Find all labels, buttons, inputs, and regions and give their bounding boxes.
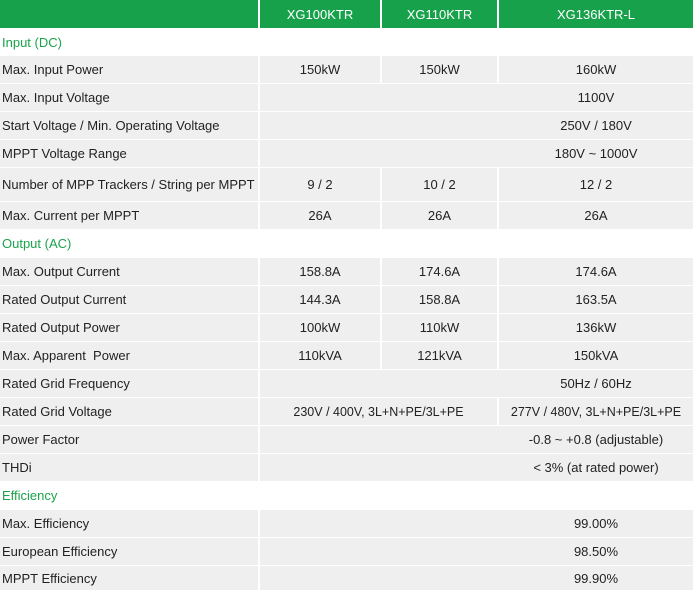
table-row: European Efficiency 98.50% (0, 538, 693, 565)
row-label: Max. Output Current (2, 264, 120, 279)
cell-value: 160kW (575, 62, 617, 77)
cell-value: 10 / 2 (423, 177, 456, 192)
section-title-output: Output (AC) (2, 236, 72, 251)
cell-value: 150kW (299, 62, 341, 77)
column-header-xg136ktr-l: XG136KTR-L (556, 6, 636, 22)
table-row: MPPT Voltage Range 180V ~ 1000V (0, 140, 693, 167)
cell-value: 121kVA (417, 348, 462, 363)
cell-value: 110kVA (298, 348, 342, 363)
table-row: Rated Output Power 100kW 110kW 136kW (0, 314, 693, 341)
row-label: Number of MPP Trackers / String per MPPT (2, 177, 255, 192)
row-label: Power Factor (2, 432, 80, 447)
cell-value: 277V / 480V, 3L+N+PE/3L+PE (510, 404, 682, 419)
row-label: Rated Grid Voltage (2, 404, 112, 419)
row-label: Max. Efficiency (2, 516, 90, 531)
cell-value: 230V / 400V, 3L+N+PE/3L+PE (293, 404, 464, 419)
spec-table: XG100KTR XG110KTR XG136KTR-L Input (DC) … (0, 0, 693, 590)
section-row-input: Input (DC) (0, 28, 693, 56)
section-title-efficiency: Efficiency (2, 488, 58, 503)
cell-value: 163.5A (575, 292, 617, 307)
table-row: Power Factor -0.8 ~ +0.8 (adjustable) (0, 426, 693, 453)
row-label: Max. Input Power (2, 62, 104, 77)
row-label: MPPT Efficiency (2, 570, 97, 586)
table-row: Max. Efficiency 99.00% (0, 510, 693, 537)
cell-value: 174.6A (575, 264, 617, 279)
cell-value: 99.00% (573, 516, 619, 531)
cell-value: 99.90% (573, 570, 619, 586)
column-header-xg110ktr: XG110KTR (406, 6, 473, 22)
cell-value: < 3% (at rated power) (533, 460, 659, 475)
cell-value: 26A (308, 208, 332, 223)
row-label: Rated Output Current (2, 292, 127, 307)
table-row: MPPT Efficiency 99.90% (0, 566, 693, 590)
cell-value: 136kW (575, 320, 617, 335)
cell-value: 98.50% (573, 544, 619, 559)
row-label: Max. Input Voltage (2, 90, 110, 105)
row-label: Max. Current per MPPT (2, 208, 140, 223)
cell-value: 158.8A (418, 292, 461, 307)
cell-value: 26A (427, 208, 452, 223)
row-label: MPPT Voltage Range (2, 146, 127, 161)
table-row: Rated Output Current 144.3A 158.8A 163.5… (0, 286, 693, 313)
cell-value: 150kVA (573, 348, 619, 363)
table-row: Rated Grid Frequency 50Hz / 60Hz (0, 370, 693, 397)
section-row-efficiency: Efficiency (0, 482, 693, 509)
cell-value: 250V / 180V (560, 118, 632, 133)
table-row: Start Voltage / Min. Operating Voltage 2… (0, 112, 693, 139)
table-row: Max. Input Power 150kW 150kW 160kW (0, 56, 693, 83)
table-row: Max. Input Voltage 1100V (0, 84, 693, 111)
table-row: Rated Grid Voltage 230V / 400V, 3L+N+PE/… (0, 398, 693, 425)
cell-value: -0.8 ~ +0.8 (adjustable) (528, 432, 664, 447)
cell-value: 9 / 2 (307, 177, 333, 192)
cell-value: 1100V (577, 90, 615, 105)
header-row: XG100KTR XG110KTR XG136KTR-L (0, 0, 693, 28)
section-row-output: Output (AC) (0, 230, 693, 257)
table-row: Max. Apparent Power 110kVA 121kVA 150kVA (0, 342, 693, 369)
cell-value: 50Hz / 60Hz (560, 376, 632, 391)
row-label: Rated Output Power (2, 320, 120, 335)
cell-value: 180V ~ 1000V (554, 146, 638, 161)
row-label: European Efficiency (2, 544, 118, 559)
cell-value: 150kW (419, 62, 460, 77)
row-label: Max. Apparent Power (2, 348, 130, 363)
row-label: THDi (2, 460, 32, 475)
table-row: Max. Output Current 158.8A 174.6A 174.6A (0, 258, 693, 285)
cell-value: 100kW (299, 320, 341, 335)
cell-value: 174.6A (418, 264, 461, 279)
cell-value: 12 / 2 (579, 177, 613, 192)
section-title-input: Input (DC) (2, 34, 62, 50)
row-label: Rated Grid Frequency (2, 376, 130, 391)
column-header-xg100ktr: XG100KTR (286, 6, 354, 22)
row-label: Start Voltage / Min. Operating Voltage (2, 118, 220, 133)
cell-value: 110kW (419, 320, 460, 335)
cell-value: 26A (584, 208, 608, 223)
table-row: THDi < 3% (at rated power) (0, 454, 693, 481)
table-row: Number of MPP Trackers / String per MPPT… (0, 168, 693, 201)
cell-value: 158.8A (299, 264, 341, 279)
table-row: Max. Current per MPPT 26A 26A 26A (0, 202, 693, 229)
cell-value: 144.3A (299, 292, 341, 307)
